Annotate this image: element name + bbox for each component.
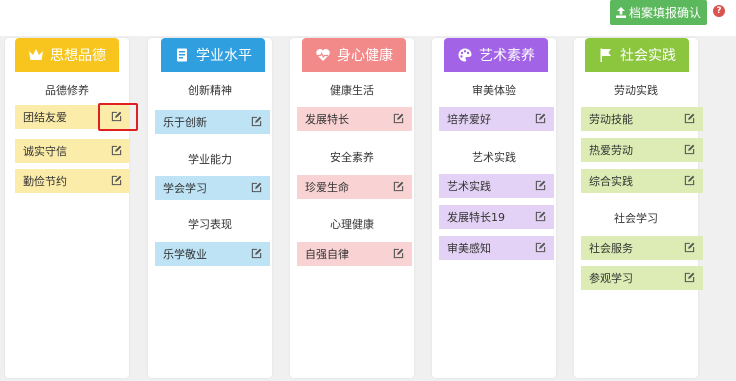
section-title: 健康生活 (330, 84, 374, 97)
section-title: 创新精神 (188, 84, 232, 97)
column-card: 品德修养 团结友爱 诚实守信 勤俭节约 (5, 38, 130, 378)
column-card: 创新精神 乐于创新 学业能力 学会学习 学习表现 乐学敬业 (148, 38, 272, 378)
upload-icon (615, 7, 626, 18)
column-header: 学业水平 (161, 38, 265, 72)
edit-icon[interactable] (535, 211, 546, 222)
item-label: 诚实守信 (23, 145, 67, 158)
archive-confirm-button[interactable]: 档案填报确认 (610, 0, 707, 25)
edit-icon[interactable] (251, 116, 262, 127)
edit-icon[interactable] (393, 181, 404, 192)
item-label: 社会服务 (589, 242, 633, 255)
edit-icon[interactable] (535, 113, 546, 124)
section-title: 学业能力 (188, 153, 232, 166)
column-header: 社会实践 (585, 38, 689, 72)
column-title: 学业水平 (196, 48, 252, 64)
list-item[interactable]: 艺术实践 (439, 174, 554, 198)
list-item[interactable]: 发展特长19 (439, 205, 554, 229)
column-title: 艺术素养 (479, 48, 535, 64)
item-label: 珍爱生命 (305, 181, 349, 194)
edit-icon[interactable] (684, 175, 695, 186)
list-item[interactable]: 参观学习 (581, 266, 703, 290)
column-title: 思想品德 (50, 48, 106, 64)
item-label: 勤俭节约 (23, 175, 67, 188)
edit-icon[interactable] (535, 242, 546, 253)
item-label: 参观学习 (589, 272, 633, 285)
item-label: 艺术实践 (447, 180, 491, 193)
edit-icon[interactable] (684, 113, 695, 124)
list-item[interactable]: 劳动技能 (581, 107, 703, 131)
edit-icon[interactable] (111, 145, 122, 156)
crown-icon (29, 49, 43, 60)
section-title: 审美体验 (472, 84, 516, 97)
column-header: 思想品德 (15, 38, 119, 72)
section-title: 心理健康 (330, 218, 374, 231)
section-title: 社会学习 (614, 212, 658, 225)
item-label: 学会学习 (163, 182, 207, 195)
edit-icon[interactable] (393, 248, 404, 259)
list-item[interactable]: 综合实践 (581, 169, 703, 193)
section-title: 学习表现 (188, 218, 232, 231)
edit-icon[interactable] (111, 175, 122, 186)
edit-icon[interactable] (251, 182, 262, 193)
edit-icon[interactable] (684, 144, 695, 155)
item-label: 自强自律 (305, 248, 349, 261)
list-item[interactable]: 勤俭节约 (15, 169, 130, 193)
section-title: 安全素养 (330, 151, 374, 164)
column-card: 健康生活 发展特长 安全素养 珍爱生命 心理健康 自强自律 (290, 38, 414, 378)
item-label: 团结友爱 (23, 111, 67, 124)
list-item[interactable]: 社会服务 (581, 236, 703, 260)
column-card: 劳动实践 劳动技能 热爱劳动 综合实践 社会学习 社会服务 参观学习 (574, 38, 703, 378)
list-item[interactable]: 自强自律 (297, 242, 412, 266)
column-header: 艺术素养 (444, 38, 548, 72)
palette-icon (458, 48, 472, 62)
item-label: 培养爱好 (447, 113, 491, 126)
list-item[interactable]: 学会学习 (155, 176, 270, 200)
list-item[interactable]: 审美感知 (439, 236, 554, 260)
edit-icon[interactable] (535, 180, 546, 191)
column-title: 社会实践 (620, 48, 676, 64)
list-item[interactable]: 诚实守信 (15, 139, 130, 163)
section-title: 劳动实践 (614, 84, 658, 97)
list-item[interactable]: 发展特长 (297, 107, 412, 131)
list-item[interactable]: 珍爱生命 (297, 175, 412, 199)
help-icon[interactable]: ? (713, 5, 725, 17)
selected-edit-highlight (98, 103, 138, 131)
item-label: 乐于创新 (163, 116, 207, 129)
item-label: 综合实践 (589, 175, 633, 188)
column-header: 身心健康 (302, 38, 406, 72)
column-card: 审美体验 培养爱好 艺术实践 艺术实践 发展特长19 审美感知 (432, 38, 556, 378)
book-icon (177, 48, 187, 62)
item-label: 发展特长19 (447, 211, 505, 224)
section-title: 艺术实践 (472, 151, 516, 164)
edit-icon[interactable] (393, 113, 404, 124)
list-item[interactable]: 乐于创新 (155, 110, 270, 134)
heartbeat-icon (316, 49, 330, 61)
edit-icon[interactable] (251, 248, 262, 259)
item-label: 审美感知 (447, 242, 491, 255)
column-title: 身心健康 (337, 48, 393, 64)
edit-icon[interactable] (684, 272, 695, 283)
item-label: 发展特长 (305, 113, 349, 126)
list-item[interactable]: 热爱劳动 (581, 138, 703, 162)
flag-icon (600, 48, 611, 62)
item-label: 热爱劳动 (589, 144, 633, 157)
item-label: 乐学敬业 (163, 248, 207, 261)
list-item[interactable]: 乐学敬业 (155, 242, 270, 266)
edit-icon[interactable] (684, 242, 695, 253)
section-title: 品德修养 (45, 84, 89, 97)
list-item[interactable]: 培养爱好 (439, 107, 554, 131)
item-label: 劳动技能 (589, 113, 633, 126)
archive-confirm-label: 档案填报确认 (628, 6, 701, 20)
